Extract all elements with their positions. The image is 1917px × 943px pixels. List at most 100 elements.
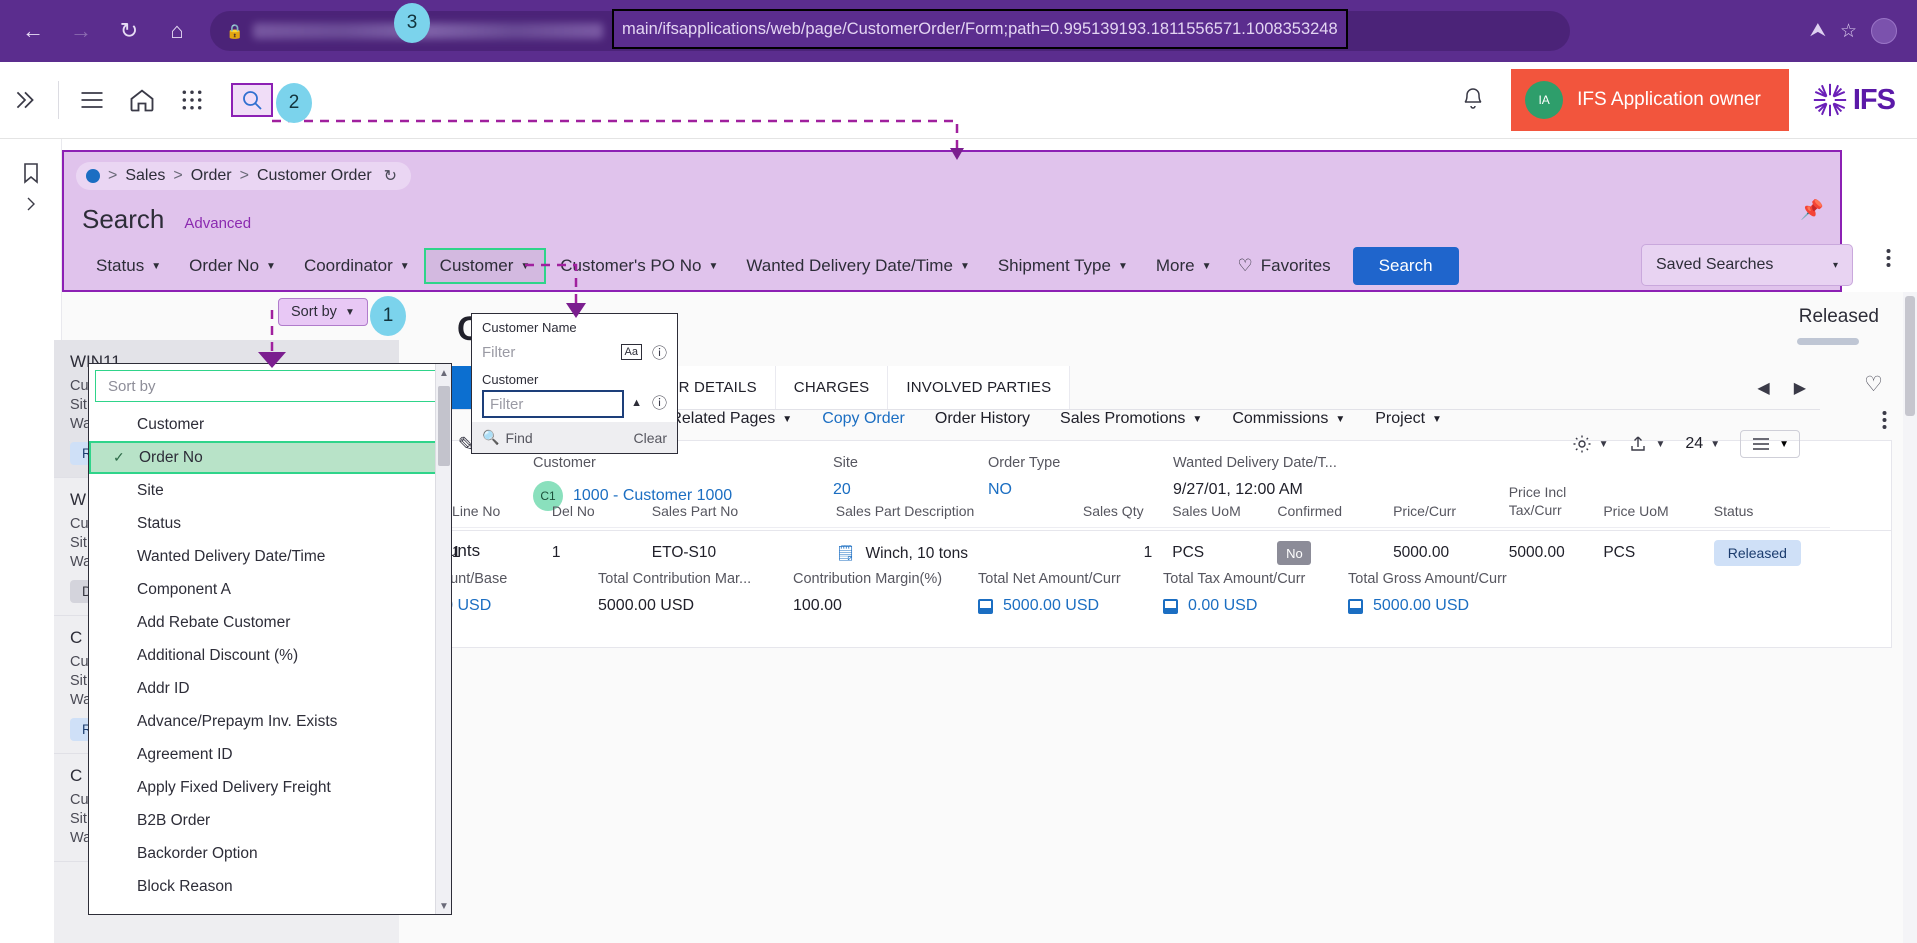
saved-searches-dropdown[interactable]: Saved Searches ▾ <box>1641 244 1853 286</box>
sort-option-advance-prepaym-inv-exists[interactable]: Advance/Prepaym Inv. Exists <box>89 705 451 738</box>
apps-grid-icon[interactable] <box>167 75 217 125</box>
chevron-double-right-icon[interactable] <box>0 75 50 125</box>
chevron-left-icon[interactable]: ◀ <box>1757 378 1769 398</box>
cell-del-no: 1 <box>542 528 642 579</box>
screen-icon <box>1348 599 1363 614</box>
chevron-right-icon[interactable] <box>24 196 38 217</box>
help-circle-icon[interactable]: ⓘ <box>652 342 667 363</box>
hamburger-menu-icon[interactable] <box>67 75 117 125</box>
export-icon[interactable]: ▼ <box>1628 434 1665 454</box>
star-icon[interactable]: ☆ <box>1840 20 1857 43</box>
col-status[interactable]: Status <box>1704 476 1830 528</box>
col-confirmed[interactable]: Confirmed <box>1267 476 1383 528</box>
main-vertical-scrollbar[interactable] <box>1903 292 1917 943</box>
sort-option-component-a[interactable]: Component A <box>89 573 451 606</box>
caret-up-icon[interactable]: ▲ <box>631 397 642 409</box>
sort-option-customer[interactable]: Customer <box>89 408 451 441</box>
find-button[interactable]: Find <box>505 430 532 446</box>
filter-status[interactable]: Status▼ <box>82 250 175 282</box>
filter-order-no[interactable]: Order No▼ <box>175 250 290 282</box>
clear-button[interactable]: Clear <box>634 430 667 446</box>
reload-icon[interactable]: ↻ <box>108 10 150 52</box>
cell-sales-part-no[interactable]: ETO-S10 <box>642 528 826 579</box>
customer-input[interactable]: Filter <box>482 390 624 418</box>
favorites-button[interactable]: ♡Favorites <box>1225 250 1342 282</box>
sort-panel-scrollbar[interactable]: ▲ ▼ <box>435 364 451 915</box>
col-sales-uom[interactable]: Sales UoM <box>1162 476 1267 528</box>
header-divider <box>58 81 59 119</box>
col-del-no[interactable]: Del No <box>542 476 642 528</box>
tab-charges[interactable]: CHARGES <box>776 366 889 409</box>
breadcrumb-dot-icon <box>86 169 100 183</box>
heart-icon[interactable]: ♡ <box>1864 372 1883 397</box>
caret-up-icon[interactable]: ▲ <box>439 368 449 379</box>
sort-option-b2b-order[interactable]: B2B Order <box>89 804 451 837</box>
search-button[interactable]: Search <box>1353 247 1459 285</box>
sort-option-additional-discount[interactable]: Additional Discount (%) <box>89 639 451 672</box>
sort-option-apply-fixed-delivery-freight[interactable]: Apply Fixed Delivery Freight <box>89 771 451 804</box>
tab-involved-parties[interactable]: INVOLVED PARTIES <box>888 366 1070 409</box>
forward-arrow-icon[interactable]: → <box>60 10 102 52</box>
col-price-incl-tax[interactable]: Price Incl Tax/Curr <box>1499 476 1594 528</box>
refresh-icon[interactable]: ↻ <box>384 166 397 186</box>
search-icon[interactable] <box>231 83 273 117</box>
home-icon[interactable]: ⌂ <box>156 10 198 52</box>
sort-option-block-reason[interactable]: Block Reason <box>89 870 451 903</box>
col-price-curr[interactable]: Price/Curr <box>1383 476 1499 528</box>
breadcrumb-item-sales[interactable]: Sales <box>125 167 165 185</box>
sort-by-dropdown-panel: Sort by Customer ✓Order No Site Status W… <box>88 363 452 915</box>
match-case-icon[interactable]: Aa <box>621 344 642 360</box>
order-lines-table: Line No Del No Sales Part No Sales Part … <box>400 476 1830 578</box>
search-panel-more-vertical-icon[interactable] <box>1886 248 1891 273</box>
table-row[interactable]: 📎 1 1 ETO-S10 🗒Winch, 10 tons 1 PCS No 5… <box>400 528 1830 579</box>
chevron-down-icon: ▼ <box>266 261 276 272</box>
filter-customer[interactable]: Customer▼ <box>424 248 547 284</box>
chevron-down-icon: ▼ <box>520 261 530 272</box>
advanced-search-link[interactable]: Advanced <box>184 215 251 232</box>
col-sales-part-description[interactable]: Sales Part Description <box>826 476 1073 528</box>
sort-option-business-opportunity-no[interactable]: Business Opportunity No <box>89 903 451 908</box>
col-sales-part-no[interactable]: Sales Part No <box>642 476 826 528</box>
filter-wanted-delivery-date-time[interactable]: Wanted Delivery Date/Time▼ <box>732 250 984 282</box>
filter-coordinator[interactable]: Coordinator▼ <box>290 250 424 282</box>
sort-option-site[interactable]: Site <box>89 474 451 507</box>
sort-search-input[interactable]: Sort by <box>95 370 445 402</box>
caret-down-icon[interactable]: ▼ <box>439 901 449 912</box>
sort-option-status[interactable]: Status <box>89 507 451 540</box>
home-icon[interactable] <box>117 75 167 125</box>
bookmark-icon[interactable] <box>20 161 42 190</box>
sort-option-wanted-delivery-date-time[interactable]: Wanted Delivery Date/Time <box>89 540 451 573</box>
col-price-uom[interactable]: Price UoM <box>1593 476 1703 528</box>
browser-profile-avatar[interactable] <box>1871 18 1897 44</box>
col-line-no[interactable]: Line No <box>442 476 542 528</box>
sort-option-agreement-id[interactable]: Agreement ID <box>89 738 451 771</box>
pin-icon[interactable]: 📌 <box>1800 198 1824 222</box>
scrollbar-thumb[interactable] <box>1905 296 1915 416</box>
chevron-right-icon[interactable]: ▶ <box>1794 378 1806 398</box>
page-size-selector[interactable]: 24 ▼ <box>1685 435 1720 453</box>
help-circle-icon[interactable]: ⓘ <box>652 392 667 413</box>
annotation-badge-3: 3 <box>394 3 430 43</box>
toolbar-more-vertical-icon[interactable] <box>1874 402 1895 443</box>
list-view-icon[interactable]: ▼ <box>1740 430 1800 458</box>
sort-option-order-no[interactable]: ✓Order No <box>89 441 451 474</box>
share-icon[interactable]: ⮝ <box>1810 20 1826 42</box>
breadcrumb-item-customer-order[interactable]: Customer Order <box>257 167 372 185</box>
sort-option-addr-id[interactable]: Addr ID <box>89 672 451 705</box>
back-arrow-icon[interactable]: ← <box>12 10 54 52</box>
user-banner[interactable]: IA IFS Application owner <box>1511 69 1789 131</box>
sort-option-list: Customer ✓Order No Site Status Wanted De… <box>89 408 451 908</box>
scrollbar-thumb[interactable] <box>438 386 450 466</box>
sort-option-backorder-option[interactable]: Backorder Option <box>89 837 451 870</box>
filter-customers-po-no[interactable]: Customer's PO No▼ <box>546 250 732 282</box>
sort-option-add-rebate-customer[interactable]: Add Rebate Customer <box>89 606 451 639</box>
filter-shipment-type[interactable]: Shipment Type▼ <box>984 250 1142 282</box>
filter-more[interactable]: More▼ <box>1142 250 1226 282</box>
cell-sales-uom[interactable]: PCS <box>1162 528 1267 579</box>
col-sales-qty[interactable]: Sales Qty <box>1073 476 1162 528</box>
customer-name-input[interactable]: Filter Aa ⓘ <box>482 338 667 366</box>
gear-icon[interactable]: ▼ <box>1572 434 1609 454</box>
notification-bell-icon[interactable] <box>1435 85 1511 116</box>
breadcrumb-item-order[interactable]: Order <box>191 167 232 185</box>
sort-by-button[interactable]: Sort by ▼ <box>278 298 368 326</box>
